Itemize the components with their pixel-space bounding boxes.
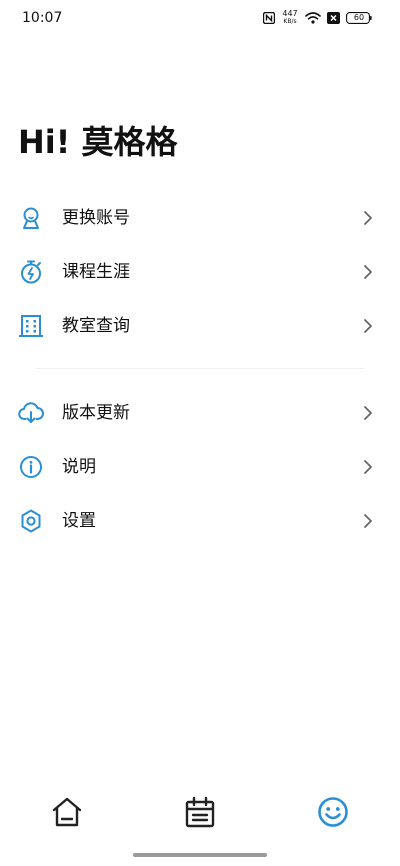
chevron-right-icon bbox=[362, 263, 374, 281]
status-icons: 447 KB/s 60 bbox=[263, 9, 372, 27]
nfc-icon bbox=[263, 12, 275, 24]
menu-item-label: 教室查询 bbox=[62, 316, 130, 336]
menu-group-app: 版本更新 说明 设置 bbox=[0, 386, 400, 548]
chevron-right-icon bbox=[362, 317, 374, 335]
menu-item-instructions[interactable]: 说明 bbox=[0, 440, 400, 494]
x-icon bbox=[327, 12, 340, 24]
info-icon bbox=[18, 454, 44, 480]
menu-item-course-career[interactable]: 课程生涯 bbox=[0, 245, 400, 299]
menu-item-settings[interactable]: 设置 bbox=[0, 494, 400, 548]
user-switch-icon bbox=[18, 205, 44, 231]
chevron-right-icon bbox=[362, 404, 374, 422]
menu-item-label: 版本更新 bbox=[62, 403, 130, 423]
nav-schedule-button[interactable] bbox=[182, 794, 218, 830]
building-icon bbox=[18, 313, 44, 339]
home-icon bbox=[49, 794, 85, 830]
gear-icon bbox=[18, 508, 44, 534]
menu-item-label: 设置 bbox=[62, 511, 96, 531]
chevron-right-icon bbox=[362, 209, 374, 227]
wifi-icon bbox=[305, 12, 321, 24]
menu-item-classroom-query[interactable]: 教室查询 bbox=[0, 299, 400, 353]
stopwatch-icon bbox=[18, 259, 44, 285]
battery-level: 60 bbox=[353, 13, 365, 22]
chevron-right-icon bbox=[362, 512, 374, 530]
menu-item-version-update[interactable]: 版本更新 bbox=[0, 386, 400, 440]
status-time: 10:07 bbox=[22, 10, 63, 26]
cloud-download-icon bbox=[18, 400, 44, 426]
menu-item-label: 课程生涯 bbox=[62, 262, 130, 282]
menu-item-label: 更换账号 bbox=[62, 208, 130, 228]
home-indicator[interactable] bbox=[133, 853, 267, 857]
menu-divider bbox=[36, 368, 364, 369]
page-title: Hi! 莫格格 bbox=[18, 123, 178, 161]
smile-icon bbox=[315, 794, 351, 830]
battery-icon: 60 bbox=[346, 12, 372, 24]
menu-item-label: 说明 bbox=[62, 457, 96, 477]
net-speed: 447 KB/s bbox=[281, 10, 299, 26]
chevron-right-icon bbox=[362, 458, 374, 476]
menu-item-switch-account[interactable]: 更换账号 bbox=[0, 191, 400, 245]
nav-me-button[interactable] bbox=[315, 794, 351, 830]
calendar-icon bbox=[182, 794, 218, 830]
nav-home-button[interactable] bbox=[49, 794, 85, 830]
net-speed-value: 447 bbox=[282, 9, 298, 18]
menu-group-account: 更换账号 课程生涯 教室查询 bbox=[0, 191, 400, 353]
status-bar: 10:07 447 KB/s 60 bbox=[0, 0, 400, 36]
net-speed-unit: KB/s bbox=[283, 18, 297, 25]
bottom-nav bbox=[0, 790, 400, 834]
